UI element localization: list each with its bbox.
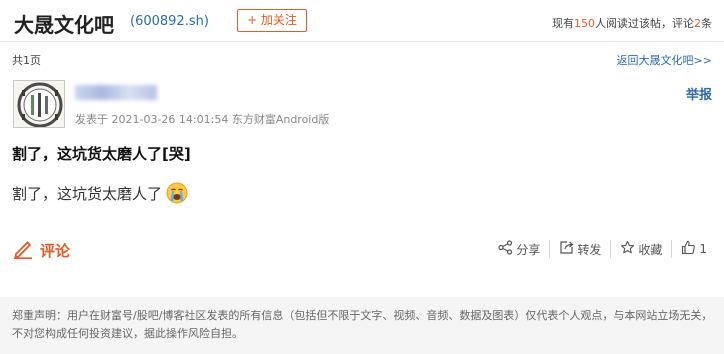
bar-title[interactable]: 大晟文化吧 [14,9,114,38]
avatar[interactable] [13,80,65,128]
reader-mid: 人阅读过该帖，评论 [595,17,694,30]
comment-label: 评论 [40,241,71,260]
stock-code[interactable]: (600892.sh) [130,14,209,29]
post-body-text: 割了，这坑货太磨人了 [12,184,163,203]
comment-count: 2 [694,17,701,30]
follow-button[interactable]: + 加关注 [237,9,307,32]
collect-button[interactable]: 收藏 [611,238,671,260]
like-count: 1 [699,242,707,256]
share-button[interactable]: 分享 [489,238,549,260]
post-title: 割了，这坑货太磨人了[哭] [12,145,191,163]
share-icon [498,240,516,258]
reader-suffix: 条 [701,17,712,30]
disclaimer-footer: 郑重声明：用户在财富号/股吧/博客社区发表的所有信息（包括但不限于文字、视频、音… [0,297,724,354]
post-header: 大晟文化吧 (600892.sh) + 加关注 现有150人阅读过该帖，评论2条 [0,0,724,42]
reader-prefix: 现有 [552,17,574,30]
comment-button[interactable]: 评论 [12,237,70,263]
post-body: 割了，这坑货太磨人了 [12,182,188,204]
forward-label: 转发 [577,242,602,257]
star-icon [620,240,638,258]
crying-face-icon [166,182,188,204]
like-button[interactable]: 1 [672,238,716,260]
back-to-bar-link[interactable]: 返回大晟文化吧>> [617,52,712,68]
disclaimer-text: 郑重声明：用户在财富号/股吧/博客社区发表的所有信息（包括但不限于文字、视频、音… [12,309,713,340]
page-count: 共1页 [12,54,41,67]
pencil-icon [12,237,34,263]
reader-count: 150 [574,17,595,30]
forward-icon [559,240,577,258]
forward-button[interactable]: 转发 [550,238,610,260]
author-name-blurred[interactable] [75,85,157,100]
post-time: 发表于 2021-03-26 14:01:54 东方财富Android版 [75,113,330,126]
thumbs-up-icon [681,240,699,258]
share-label: 分享 [516,242,541,257]
report-link[interactable]: 举报 [686,84,712,103]
collect-label: 收藏 [638,242,663,257]
reader-info: 现有150人阅读过该帖，评论2条 [552,15,712,31]
post-actions: 分享 转发 收藏 1 [489,238,716,260]
